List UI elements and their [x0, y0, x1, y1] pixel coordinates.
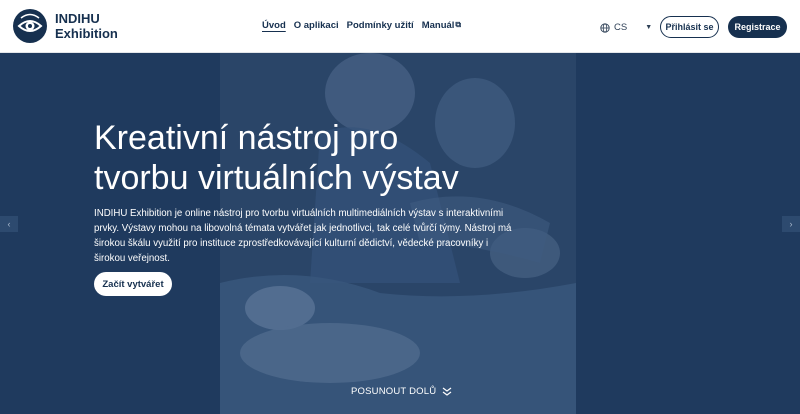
- start-creating-button[interactable]: Začít vytvářet: [94, 272, 172, 296]
- brand-line2: Exhibition: [55, 26, 118, 41]
- brand-name[interactable]: INDIHU Exhibition: [55, 11, 118, 41]
- nav-item-podminky-uziti[interactable]: Podmínky užití: [347, 20, 414, 31]
- header: INDIHU Exhibition Úvod O aplikaci Podmín…: [0, 0, 800, 53]
- nav-item-manual[interactable]: Manuál⧉: [422, 20, 461, 31]
- hero-title: Kreativní nástroj pro tvorbu virtuálních…: [94, 118, 534, 198]
- eye-logo-icon[interactable]: [12, 8, 48, 44]
- caret-down-icon: ▼: [645, 24, 653, 31]
- external-link-icon: ⧉: [455, 20, 462, 29]
- nav-item-o-aplikaci[interactable]: O aplikaci: [294, 20, 339, 31]
- language-selector[interactable]: CS ▼: [600, 22, 652, 33]
- brand-line1: INDIHU: [55, 11, 100, 26]
- nav-item-uvod[interactable]: Úvod: [262, 20, 286, 31]
- scroll-down-label: POSUNOUT DOLŮ: [351, 386, 437, 397]
- carousel-next-button[interactable]: ›: [782, 216, 800, 232]
- chevron-down-icon: [442, 387, 452, 396]
- hero-title-line2: tvorbu virtuálních výstav: [94, 159, 459, 197]
- login-button[interactable]: Přihlásit se: [660, 16, 719, 38]
- globe-icon: [600, 22, 610, 33]
- register-button[interactable]: Registrace: [728, 16, 787, 38]
- hero-content: Kreativní nástroj pro tvorbu virtuálních…: [94, 118, 534, 266]
- hero-section: ‹ › Kreativní nástroj pro tvorbu virtuál…: [0, 53, 800, 414]
- carousel-prev-button[interactable]: ‹: [0, 216, 18, 232]
- hero-title-line1: Kreativní nástroj pro: [94, 119, 399, 157]
- language-code: CS: [614, 22, 628, 33]
- nav-item-manual-label: Manuál: [421, 20, 455, 31]
- scroll-down-button[interactable]: POSUNOUT DOLŮ: [351, 386, 452, 397]
- hero-description: INDIHU Exhibition je online nástroj pro …: [94, 208, 512, 264]
- main-nav: Úvod O aplikaci Podmínky užití Manuál⧉: [262, 20, 469, 31]
